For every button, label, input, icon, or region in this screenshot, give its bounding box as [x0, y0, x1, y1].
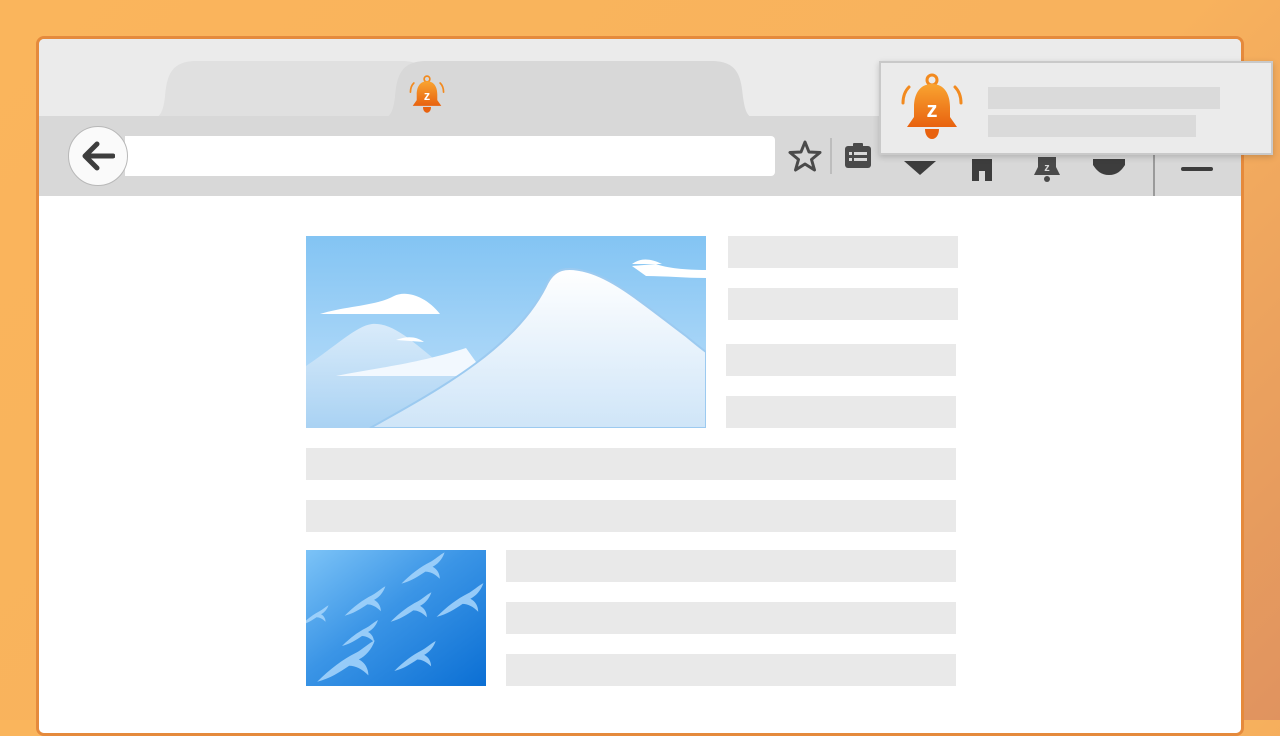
snooze-bell-icon[interactable]: z — [1029, 152, 1065, 188]
reading-list-icon[interactable] — [840, 138, 876, 174]
toolbar-divider — [1153, 154, 1155, 196]
svg-text:z: z — [424, 89, 430, 103]
text-placeholder — [306, 500, 956, 532]
text-placeholder — [726, 344, 956, 376]
notification-body — [988, 115, 1196, 137]
extension-icon[interactable] — [1091, 152, 1127, 188]
hamburger-menu-icon[interactable] — [1179, 152, 1215, 188]
tab-active[interactable]: z — [379, 61, 759, 119]
notification-title — [988, 87, 1220, 109]
text-placeholder — [506, 550, 956, 582]
text-placeholder — [506, 654, 956, 686]
snooze-bell-icon: z — [409, 75, 445, 115]
home-icon[interactable] — [964, 152, 1000, 188]
text-placeholder — [506, 602, 956, 634]
text-placeholder — [726, 396, 956, 428]
pocket-icon[interactable] — [902, 152, 938, 188]
text-placeholder — [728, 288, 958, 320]
svg-text:z: z — [1044, 162, 1050, 174]
star-icon[interactable] — [787, 138, 823, 174]
snooze-bell-icon: z — [901, 73, 963, 143]
mountain-image — [306, 236, 706, 428]
toolbar-divider — [830, 138, 832, 174]
address-bar[interactable] — [125, 136, 775, 176]
back-button[interactable] — [68, 126, 128, 186]
svg-text:z: z — [927, 97, 938, 122]
back-arrow-icon — [82, 141, 115, 171]
birds-image — [306, 550, 486, 686]
text-placeholder — [728, 236, 958, 268]
snooze-notification-popup[interactable]: z — [879, 61, 1273, 155]
text-placeholder — [306, 448, 956, 480]
page-content — [39, 196, 1241, 733]
